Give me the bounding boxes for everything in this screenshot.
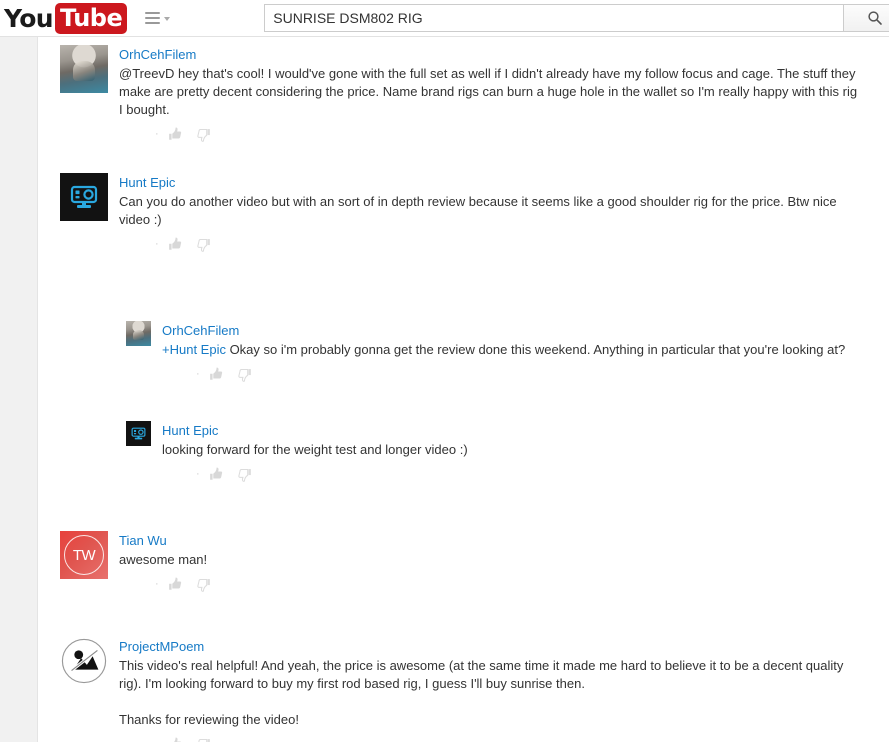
comment-item-c1: OrhCehFilem @TreevD hey that's cool! I w… bbox=[60, 41, 889, 145]
avatar-hunt-epic[interactable] bbox=[126, 421, 151, 446]
thumbs-up-icon[interactable] bbox=[166, 125, 186, 143]
comment-item-c2: Hunt Epic Can you do another video but w… bbox=[60, 169, 889, 255]
comment-actions: · bbox=[155, 573, 889, 595]
thumbs-down-icon[interactable] bbox=[194, 125, 214, 143]
comment-paragraph-gap bbox=[119, 693, 889, 711]
comment-text: This video's real helpful! And yeah, the… bbox=[119, 658, 847, 691]
comment-item-c5: TW Tian Wu awesome man! · bbox=[60, 527, 889, 595]
logo-tube-text: Tube bbox=[54, 2, 128, 34]
action-camera-icon bbox=[126, 421, 151, 446]
thumbs-down-icon[interactable] bbox=[235, 365, 255, 383]
avatar-orhcehfilem[interactable] bbox=[126, 321, 151, 346]
comment-text: +Hunt Epic Okay so i'm probably gonna ge… bbox=[162, 342, 846, 357]
comment-text-paragraph-2: Thanks for reviewing the video! bbox=[119, 712, 299, 727]
comment-author-orhcehfilem[interactable]: OrhCehFilem bbox=[162, 323, 239, 339]
action-separator-dot: · bbox=[196, 367, 200, 380]
avatar-initials-text: TW bbox=[64, 535, 104, 575]
comment-author-hunt-epic[interactable]: Hunt Epic bbox=[119, 175, 175, 191]
action-separator-dot: · bbox=[196, 467, 200, 480]
comment-list: OrhCehFilem @TreevD hey that's cool! I w… bbox=[38, 37, 889, 742]
avatar-initials: TW bbox=[60, 531, 108, 579]
avatar-cell bbox=[126, 421, 151, 485]
comment-item-c3: OrhCehFilem +Hunt Epic Okay so i'm proba… bbox=[126, 313, 889, 385]
comment-body: ProjectMPoem This video's real helpful! … bbox=[119, 637, 889, 742]
thumbs-up-icon[interactable] bbox=[166, 235, 186, 253]
search-bar bbox=[264, 4, 889, 32]
avatar-photo bbox=[126, 321, 151, 346]
comment-body: Tian Wu awesome man! · bbox=[119, 531, 889, 595]
thumbs-up-icon[interactable] bbox=[166, 735, 186, 742]
comment-actions: · bbox=[155, 733, 889, 742]
comment-body: OrhCehFilem +Hunt Epic Okay so i'm proba… bbox=[162, 321, 889, 385]
action-separator-dot: · bbox=[155, 237, 159, 250]
avatar-hunt-epic[interactable] bbox=[60, 173, 108, 221]
masthead: You Tube bbox=[0, 0, 889, 37]
hamburger-icon bbox=[145, 9, 161, 27]
comment-item-c6: ProjectMPoem This video's real helpful! … bbox=[60, 633, 889, 742]
comment-text: awesome man! bbox=[119, 552, 208, 567]
comment-body: Hunt Epic Can you do another video but w… bbox=[119, 173, 889, 255]
comment-author-tian-wu[interactable]: Tian Wu bbox=[119, 533, 167, 549]
avatar-orhcehfilem[interactable] bbox=[60, 45, 108, 93]
comment-body: Hunt Epic looking forward for the weight… bbox=[162, 421, 889, 485]
action-camera-icon bbox=[60, 173, 108, 221]
avatar-cell: TW bbox=[60, 531, 108, 595]
search-icon bbox=[867, 10, 883, 26]
avatar-tian-wu[interactable]: TW bbox=[60, 531, 108, 579]
action-separator-dot: · bbox=[155, 738, 159, 742]
avatar-projectmpoem[interactable] bbox=[60, 637, 108, 685]
avatar-cell bbox=[60, 45, 108, 145]
comment-body: OrhCehFilem @TreevD hey that's cool! I w… bbox=[119, 45, 889, 145]
search-button[interactable] bbox=[843, 4, 889, 32]
page-body: OrhCehFilem @TreevD hey that's cool! I w… bbox=[0, 37, 889, 742]
avatar-photo bbox=[60, 45, 108, 93]
thumbs-up-icon[interactable] bbox=[207, 365, 227, 383]
thumbs-down-icon[interactable] bbox=[194, 235, 214, 253]
thumbs-down-icon[interactable] bbox=[194, 575, 214, 593]
avatar-cell bbox=[60, 173, 108, 255]
comment-actions: · bbox=[196, 463, 889, 485]
comment-actions: · bbox=[155, 233, 889, 255]
comment-author-orhcehfilem[interactable]: OrhCehFilem bbox=[119, 47, 196, 63]
comment-actions: · bbox=[155, 123, 889, 145]
avatar-default-image-icon bbox=[60, 637, 108, 685]
comment-actions: · bbox=[196, 363, 889, 385]
comment-text: @TreevD hey that's cool! I would've gone… bbox=[119, 66, 861, 117]
avatar-cell bbox=[126, 321, 151, 385]
comment-item-c4: Hunt Epic looking forward for the weight… bbox=[126, 413, 889, 485]
youtube-logo[interactable]: You Tube bbox=[4, 0, 128, 36]
comment-text: looking forward for the weight test and … bbox=[162, 442, 468, 457]
search-input[interactable] bbox=[264, 4, 844, 32]
comment-mention-link[interactable]: +Hunt Epic bbox=[162, 342, 226, 357]
avatar-cell bbox=[60, 637, 108, 742]
thumbs-up-icon[interactable] bbox=[166, 575, 186, 593]
comment-author-projectmpoem[interactable]: ProjectMPoem bbox=[119, 639, 204, 655]
thumbs-up-icon[interactable] bbox=[207, 465, 227, 483]
logo-you-text: You bbox=[4, 3, 54, 33]
action-separator-dot: · bbox=[155, 127, 159, 140]
thumbs-down-icon[interactable] bbox=[235, 465, 255, 483]
comment-author-hunt-epic[interactable]: Hunt Epic bbox=[162, 423, 218, 439]
comment-text: Can you do another video but with an sor… bbox=[119, 194, 841, 227]
thumbs-down-icon[interactable] bbox=[194, 735, 214, 742]
action-separator-dot: · bbox=[155, 577, 159, 590]
chevron-down-icon bbox=[164, 17, 171, 21]
left-rail bbox=[0, 37, 38, 742]
guide-menu-button[interactable] bbox=[143, 5, 172, 31]
